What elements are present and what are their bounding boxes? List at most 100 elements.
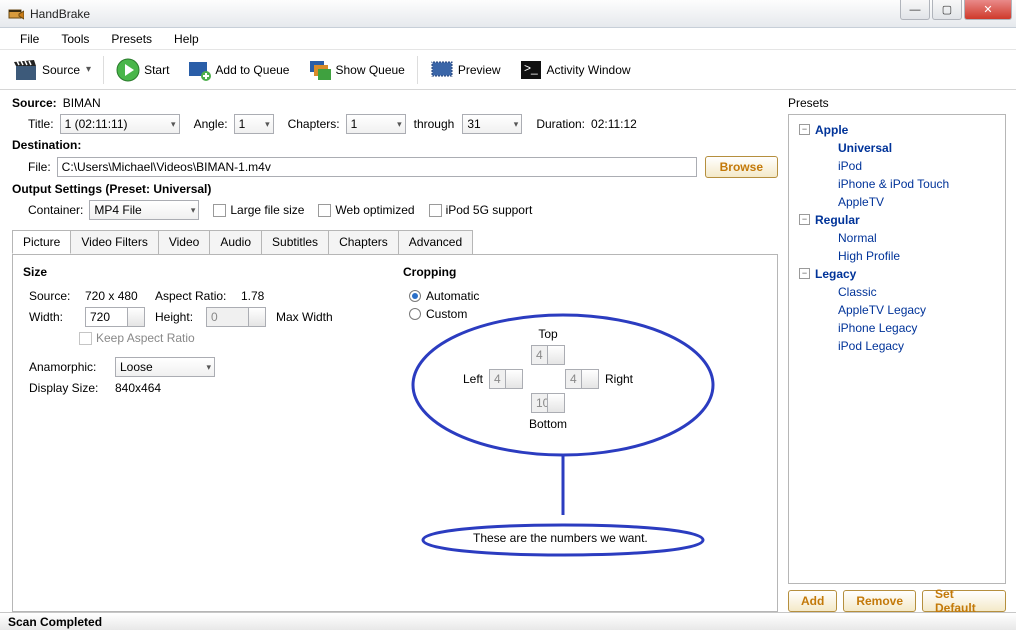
tree-group-apple[interactable]: Apple xyxy=(793,121,1001,139)
preset-iphone-ipod-touch[interactable]: iPhone & iPod Touch xyxy=(793,175,1001,193)
cropping-heading: Cropping xyxy=(403,265,767,279)
add-to-queue-button[interactable]: Add to Queue xyxy=(181,56,295,84)
width-label: Width: xyxy=(29,310,79,324)
start-label: Start xyxy=(144,63,169,77)
file-label: File: xyxy=(28,160,51,174)
preset-classic[interactable]: Classic xyxy=(793,283,1001,301)
preview-label: Preview xyxy=(458,63,501,77)
preset-appletv[interactable]: AppleTV xyxy=(793,193,1001,211)
crop-left-input[interactable]: 4 xyxy=(489,369,523,389)
crop-left-label: Left xyxy=(463,372,483,386)
preset-ipod[interactable]: iPod xyxy=(793,157,1001,175)
crop-bottom-input[interactable]: 10 xyxy=(531,393,565,413)
tree-expand-legacy[interactable]: − xyxy=(799,268,810,279)
maximize-button[interactable]: ▢ xyxy=(932,0,962,20)
tab-advanced[interactable]: Advanced xyxy=(398,230,473,254)
close-button[interactable]: ✕ xyxy=(964,0,1012,20)
crop-bottom-label: Bottom xyxy=(529,417,567,431)
large-file-label: Large file size xyxy=(230,203,304,217)
through-label: through xyxy=(414,117,455,131)
menu-file[interactable]: File xyxy=(10,30,49,48)
annotation-text: These are the numbers we want. xyxy=(473,531,648,545)
tree-group-legacy[interactable]: Legacy xyxy=(793,265,1001,283)
show-queue-button[interactable]: Show Queue xyxy=(301,56,410,84)
anamorphic-select[interactable]: Loose xyxy=(115,357,215,377)
width-input[interactable]: 720 xyxy=(85,307,145,327)
remove-preset-button[interactable]: Remove xyxy=(843,590,916,612)
tab-chapters[interactable]: Chapters xyxy=(328,230,399,254)
title-select[interactable]: 1 (02:11:11) xyxy=(60,114,180,134)
add-preset-button[interactable]: Add xyxy=(788,590,837,612)
preset-iphone-legacy[interactable]: iPhone Legacy xyxy=(793,319,1001,337)
height-label: Height: xyxy=(155,310,200,324)
crop-top-input[interactable]: 4 xyxy=(531,345,565,365)
display-size-value: 840x464 xyxy=(115,381,161,395)
tab-video[interactable]: Video xyxy=(158,230,210,254)
set-default-button[interactable]: Set Default xyxy=(922,590,1006,612)
film-clapper-icon xyxy=(14,58,38,82)
activity-window-button[interactable]: >_ Activity Window xyxy=(513,56,637,84)
app-icon xyxy=(8,6,24,22)
presets-tree: −AppleUniversaliPodiPhone & iPod TouchAp… xyxy=(788,114,1006,584)
container-select[interactable]: MP4 File xyxy=(89,200,199,220)
crop-custom-label: Custom xyxy=(426,307,467,321)
chapters-from-select[interactable]: 1 xyxy=(346,114,406,134)
tree-expand-apple[interactable]: − xyxy=(799,124,810,135)
height-input[interactable]: 0 xyxy=(206,307,266,327)
svg-text:>_: >_ xyxy=(524,61,538,75)
tab-subtitles[interactable]: Subtitles xyxy=(261,230,329,254)
browse-button[interactable]: Browse xyxy=(705,156,778,178)
activity-window-label: Activity Window xyxy=(547,63,631,77)
show-queue-label: Show Queue xyxy=(335,63,404,77)
preset-ipod-legacy[interactable]: iPod Legacy xyxy=(793,337,1001,355)
duration-value: 02:11:12 xyxy=(591,117,637,131)
minimize-button[interactable]: — xyxy=(900,0,930,20)
preset-appletv-legacy[interactable]: AppleTV Legacy xyxy=(793,301,1001,319)
terminal-icon: >_ xyxy=(519,58,543,82)
crop-right-input[interactable]: 4 xyxy=(565,369,599,389)
anamorphic-label: Anamorphic: xyxy=(29,360,109,374)
status-bar: Scan Completed xyxy=(0,612,1016,630)
preset-universal[interactable]: Universal xyxy=(793,139,1001,157)
menu-tools[interactable]: Tools xyxy=(51,30,99,48)
menu-help[interactable]: Help xyxy=(164,30,209,48)
keep-aspect-checkbox xyxy=(79,332,92,345)
tab-picture[interactable]: Picture xyxy=(12,230,71,254)
preview-button[interactable]: Preview xyxy=(424,56,507,84)
window-controls: — ▢ ✕ xyxy=(900,0,1012,20)
max-width-label: Max Width xyxy=(276,310,333,324)
large-file-checkbox[interactable] xyxy=(213,204,226,217)
ipod-5g-checkbox[interactable] xyxy=(429,204,442,217)
tree-group-regular[interactable]: Regular xyxy=(793,211,1001,229)
menubar: File Tools Presets Help xyxy=(0,28,1016,50)
crop-custom-radio[interactable] xyxy=(409,308,421,320)
queue-icon xyxy=(307,58,331,82)
chapters-to-select[interactable]: 31 xyxy=(462,114,522,134)
window-title: HandBrake xyxy=(30,7,90,21)
web-optimized-checkbox[interactable] xyxy=(318,204,331,217)
ipod-5g-label: iPod 5G support xyxy=(446,203,533,217)
angle-select[interactable]: 1 xyxy=(234,114,274,134)
tree-expand-regular[interactable]: − xyxy=(799,214,810,225)
preset-normal[interactable]: Normal xyxy=(793,229,1001,247)
preset-high-profile[interactable]: High Profile xyxy=(793,247,1001,265)
source-label: Source: xyxy=(12,96,57,110)
add-to-queue-label: Add to Queue xyxy=(215,63,289,77)
aspect-ratio-label: Aspect Ratio: xyxy=(155,289,235,303)
title-label: Title: xyxy=(28,117,54,131)
source-label: Source xyxy=(42,63,80,77)
crop-automatic-label: Automatic xyxy=(426,289,479,303)
tab-panel-picture: Size Source: 720 x 480 Aspect Ratio: 1.7… xyxy=(12,254,778,612)
picture-source-label: Source: xyxy=(29,289,79,303)
source-button[interactable]: Source xyxy=(8,56,97,84)
start-button[interactable]: Start xyxy=(110,56,175,84)
aspect-ratio-value: 1.78 xyxy=(241,289,264,303)
menu-presets[interactable]: Presets xyxy=(101,30,162,48)
play-icon xyxy=(116,58,140,82)
crop-automatic-radio[interactable] xyxy=(409,290,421,302)
display-size-label: Display Size: xyxy=(29,381,109,395)
file-path-input[interactable] xyxy=(57,157,697,177)
tab-audio[interactable]: Audio xyxy=(209,230,262,254)
tab-video-filters[interactable]: Video Filters xyxy=(70,230,158,254)
destination-label: Destination: xyxy=(12,138,81,152)
